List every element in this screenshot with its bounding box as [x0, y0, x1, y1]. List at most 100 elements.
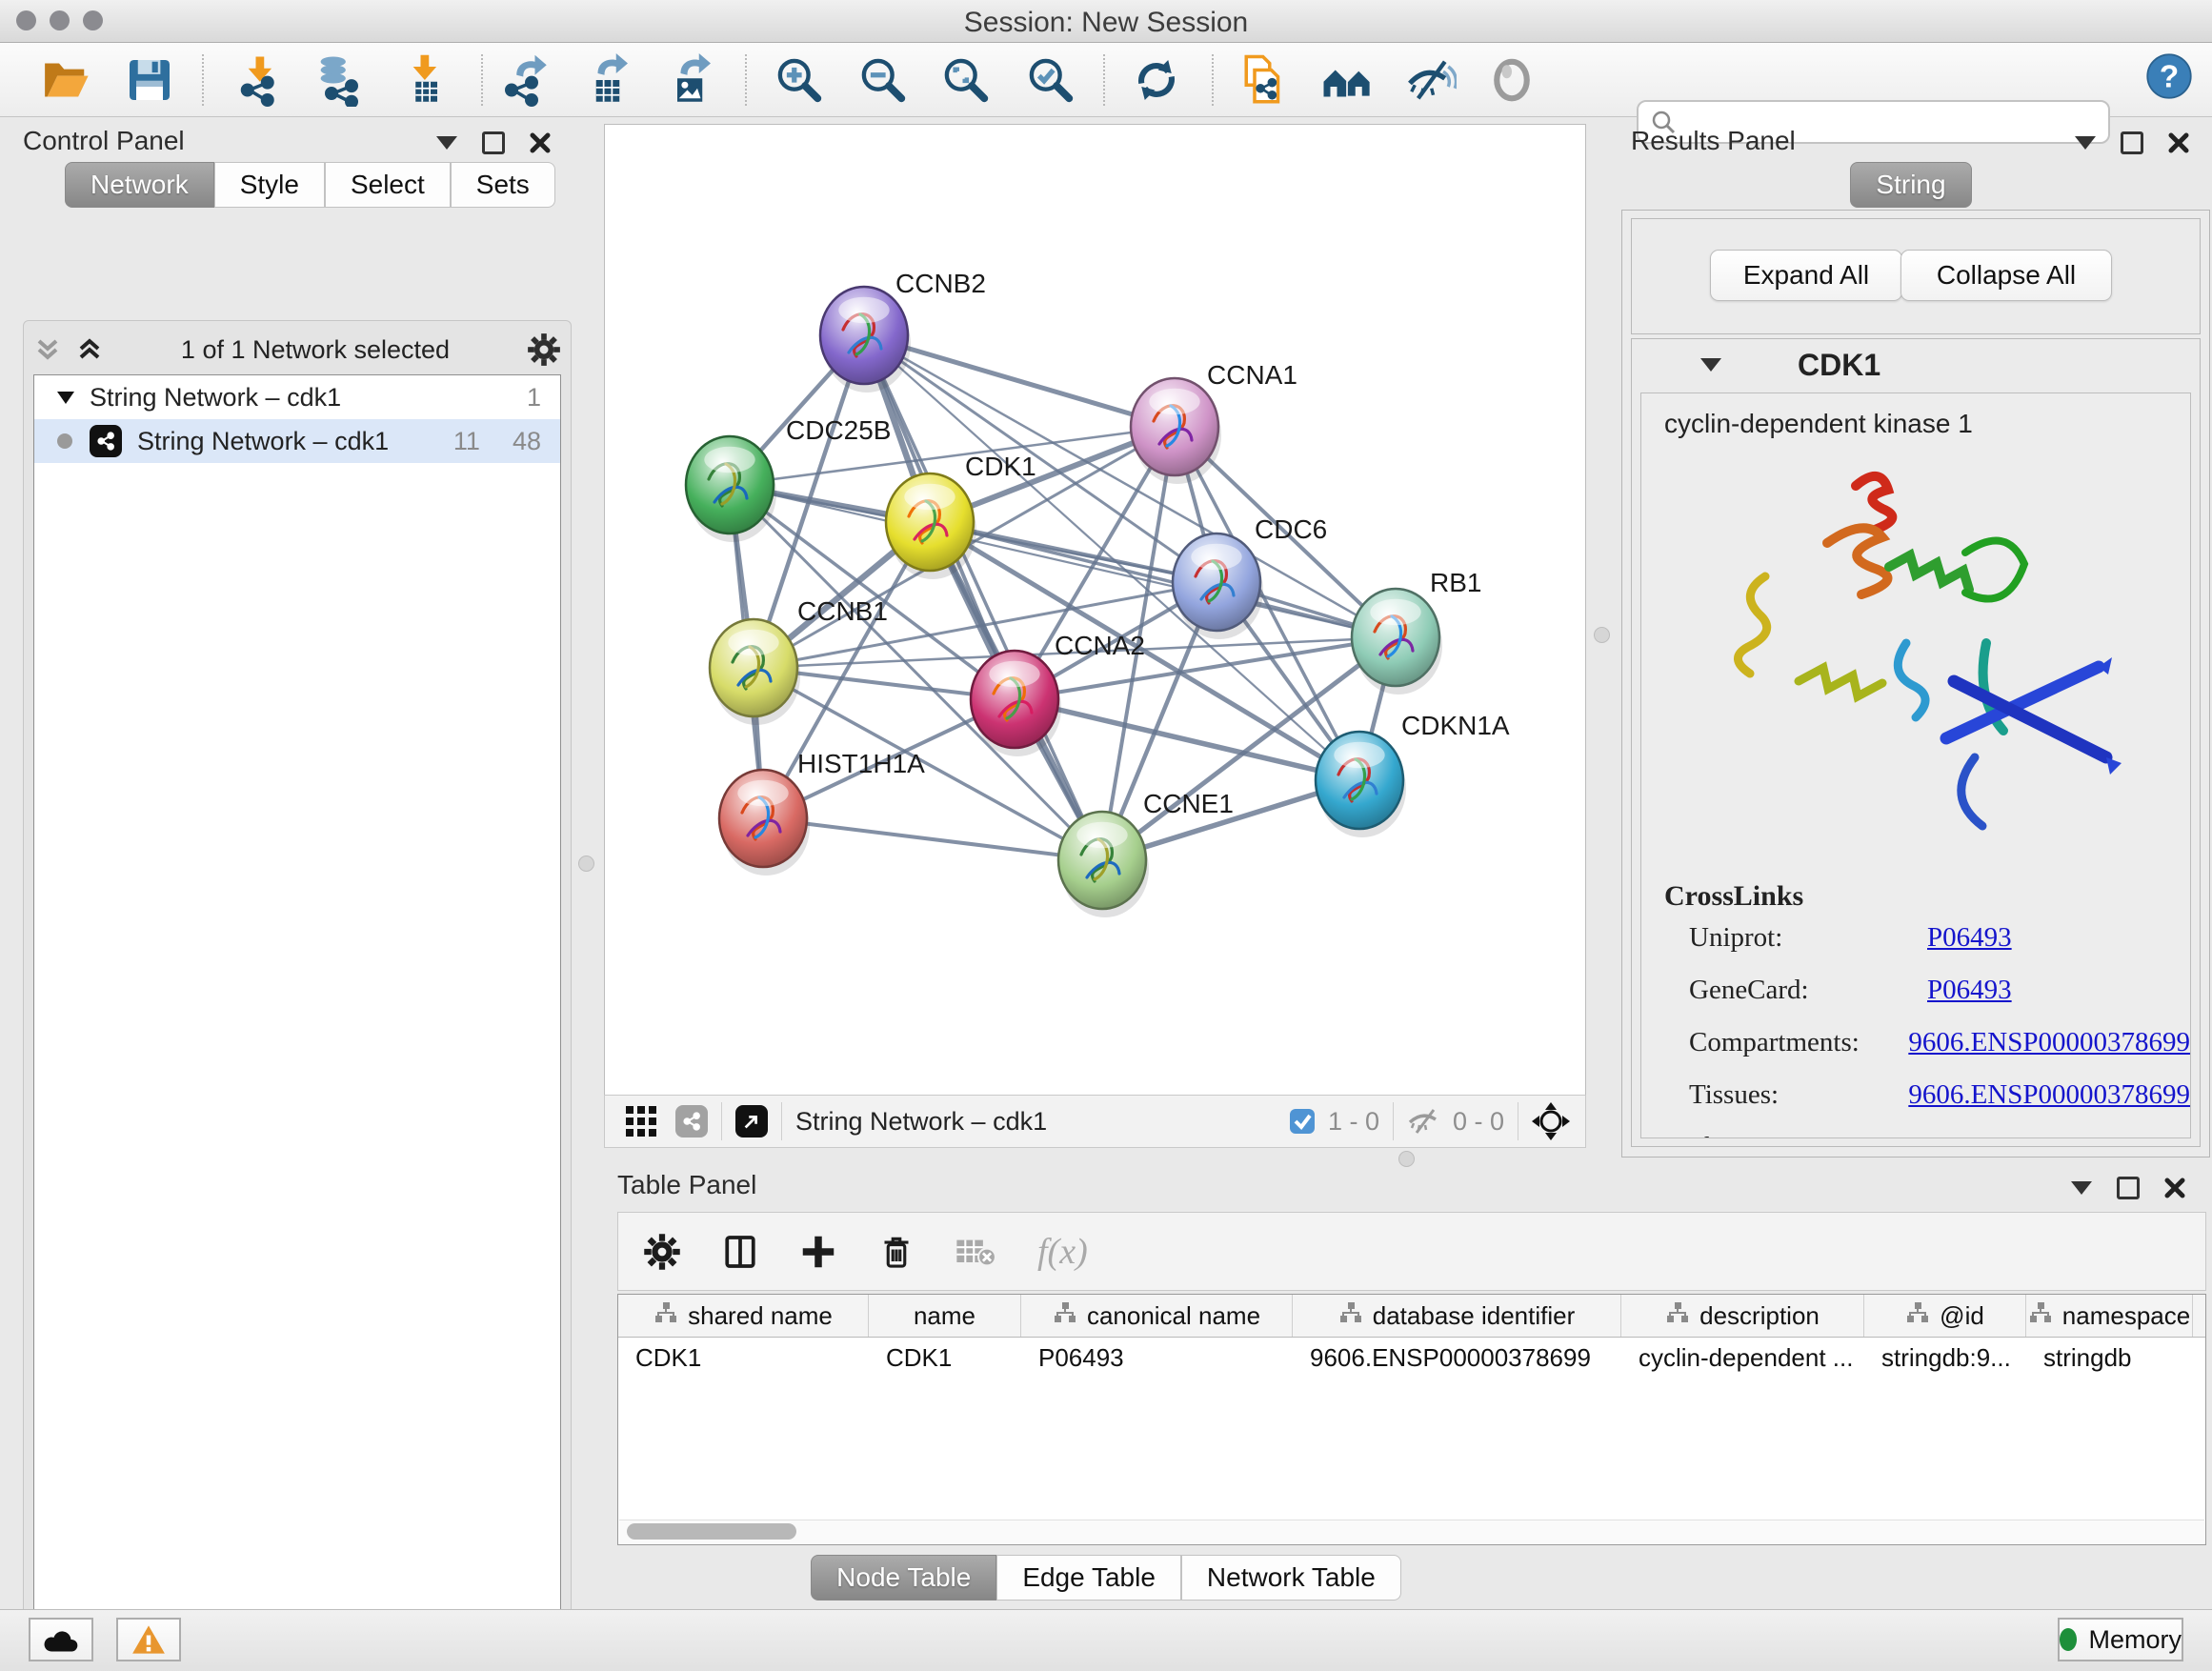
crosslink-label: Tissues:: [1689, 1079, 1908, 1111]
entry-name: CDK1: [1798, 348, 1880, 383]
network-node-CDKN1A[interactable]: CDKN1A: [1316, 711, 1510, 837]
network-canvas[interactable]: CCNB2CCNA1CDC25BCDK1CDC6RB1CCNB1CCNA2CDK…: [604, 124, 1586, 1096]
crosslink-link[interactable]: 9606.ENSP00000378699: [1908, 1027, 2190, 1058]
node-label-RB1: RB1: [1430, 568, 1481, 597]
crosslink-link[interactable]: P06493: [1927, 975, 2012, 1006]
open-in-window-icon[interactable]: [735, 1105, 768, 1137]
column-type-icon: [1338, 1300, 1363, 1332]
tab-network-table[interactable]: Network Table: [1181, 1555, 1401, 1601]
left-splitter-handle[interactable]: [578, 856, 594, 872]
help-icon[interactable]: ?: [2142, 49, 2197, 104]
network-badge-icon[interactable]: [675, 1105, 708, 1137]
first-neighbors-icon[interactable]: [1319, 52, 1375, 108]
zoom-in-icon[interactable]: [772, 52, 827, 108]
panel-menu-icon[interactable]: [2071, 1181, 2092, 1195]
tab-sets[interactable]: Sets: [451, 162, 555, 208]
column-header-database-identifier[interactable]: database identifier: [1293, 1295, 1621, 1337]
close-panel-icon[interactable]: [2164, 1178, 2185, 1198]
network-node-RB1[interactable]: RB1: [1352, 568, 1481, 695]
table-row[interactable]: CDK1CDK1P064939606.ENSP00000378699cyclin…: [618, 1338, 2205, 1378]
window-title: Session: New Session: [0, 7, 2212, 39]
refresh-icon[interactable]: [1129, 52, 1184, 108]
network-options-gear-icon[interactable]: [527, 332, 561, 367]
column-header-name[interactable]: name: [869, 1295, 1021, 1337]
network-status-dot: [57, 433, 72, 449]
open-session-icon[interactable]: [38, 52, 93, 108]
table-cell: 9606.ENSP00000378699: [1293, 1338, 1621, 1378]
crosslinks-title: CrossLinks: [1664, 880, 2190, 913]
tab-network[interactable]: Network: [65, 162, 214, 208]
delete-column-icon[interactable]: [877, 1233, 915, 1271]
show-columns-icon[interactable]: [721, 1233, 759, 1271]
network-node-CCNE1[interactable]: CCNE1: [1058, 789, 1234, 917]
duplicate-network-icon[interactable]: [1234, 52, 1289, 108]
table-cell: P06493: [1021, 1338, 1293, 1378]
network-node-CCNB2[interactable]: CCNB2: [820, 269, 986, 393]
import-table-icon[interactable]: [396, 52, 452, 108]
zoom-selected-icon[interactable]: [1023, 52, 1078, 108]
selected-checkbox-icon[interactable]: [1288, 1107, 1317, 1136]
table-options-gear-icon[interactable]: [643, 1233, 681, 1271]
cloud-button[interactable]: [29, 1618, 93, 1661]
crosslink-link[interactable]: P06493: [1927, 922, 2012, 954]
network-node-CDC25B[interactable]: CDC25B: [686, 415, 891, 542]
export-table-icon[interactable]: [580, 52, 635, 108]
column-type-icon: [1905, 1300, 1930, 1332]
expand-all-button[interactable]: Expand All: [1710, 250, 1902, 301]
tab-select[interactable]: Select: [325, 162, 451, 208]
column-header-description[interactable]: description: [1621, 1295, 1864, 1337]
memory-button[interactable]: Memory: [2058, 1618, 2183, 1661]
tab-string[interactable]: String: [1850, 162, 1971, 208]
export-network-icon[interactable]: [497, 52, 553, 108]
hide-selected-icon[interactable]: [1402, 52, 1458, 108]
column-header--id[interactable]: @id: [1864, 1295, 2026, 1337]
float-panel-icon[interactable]: [2117, 1177, 2140, 1199]
network-row[interactable]: String Network – cdk1 11 48: [34, 419, 560, 463]
float-panel-icon[interactable]: [482, 131, 505, 154]
network-node-CDC6[interactable]: CDC6: [1173, 514, 1327, 639]
panel-menu-icon[interactable]: [436, 136, 457, 150]
tab-style[interactable]: Style: [214, 162, 325, 208]
column-header-shared-name[interactable]: shared name: [618, 1295, 869, 1337]
network-collection-row[interactable]: String Network – cdk1 1: [34, 375, 560, 419]
close-panel-icon[interactable]: [530, 132, 551, 153]
close-panel-icon[interactable]: [2168, 132, 2189, 153]
table-hscrollbar[interactable]: [619, 1520, 2204, 1543]
float-panel-icon[interactable]: [2121, 131, 2143, 154]
tab-node-table[interactable]: Node Table: [811, 1555, 996, 1601]
crosslink-link[interactable]: P06493: [1927, 1132, 2012, 1138]
right-splitter-handle[interactable]: [1594, 627, 1610, 643]
export-image-icon[interactable]: [663, 52, 718, 108]
collapse-all-button[interactable]: Collapse All: [1900, 250, 2112, 301]
hscrollbar-thumb[interactable]: [627, 1523, 796, 1540]
memory-status-dot: [2060, 1628, 2077, 1651]
add-column-icon[interactable]: [799, 1233, 837, 1271]
node-label-CDC25B: CDC25B: [786, 415, 891, 445]
zoom-out-icon[interactable]: [855, 52, 911, 108]
collapse-all-icon[interactable]: [33, 335, 62, 364]
table-panel-title: Table Panel: [617, 1170, 756, 1200]
hidden-eye-icon[interactable]: [1407, 1107, 1441, 1136]
network-node-HIST1H1A[interactable]: HIST1H1A: [719, 749, 925, 876]
table-cell: stringdb:9...: [1864, 1338, 2026, 1378]
import-database-icon[interactable]: [311, 52, 366, 108]
column-header-canonical-name[interactable]: canonical name: [1021, 1295, 1293, 1337]
column-header-namespace[interactable]: namespace: [2026, 1295, 2193, 1337]
entry-expander-icon[interactable]: [1700, 358, 1721, 372]
grid-view-icon[interactable]: [624, 1104, 658, 1138]
crosslink-link[interactable]: 9606.ENSP00000378699: [1908, 1079, 2190, 1111]
import-network-icon[interactable]: [231, 52, 287, 108]
save-session-icon[interactable]: [122, 52, 177, 108]
zoom-fit-icon[interactable]: [938, 52, 994, 108]
warning-icon: [131, 1624, 166, 1655]
warnings-button[interactable]: [116, 1618, 181, 1661]
collection-expander-icon[interactable]: [55, 387, 76, 408]
network-label: String Network – cdk1: [137, 427, 389, 456]
application-window: Session: New Session: [0, 0, 2212, 1671]
pan-mode-icon[interactable]: [1532, 1102, 1570, 1140]
results-panel-title: Results Panel: [1631, 126, 1796, 156]
show-all-icon[interactable]: [1484, 52, 1539, 108]
tab-edge-table[interactable]: Edge Table: [996, 1555, 1181, 1601]
panel-menu-icon[interactable]: [2075, 136, 2096, 150]
expand-all-icon[interactable]: [75, 335, 104, 364]
